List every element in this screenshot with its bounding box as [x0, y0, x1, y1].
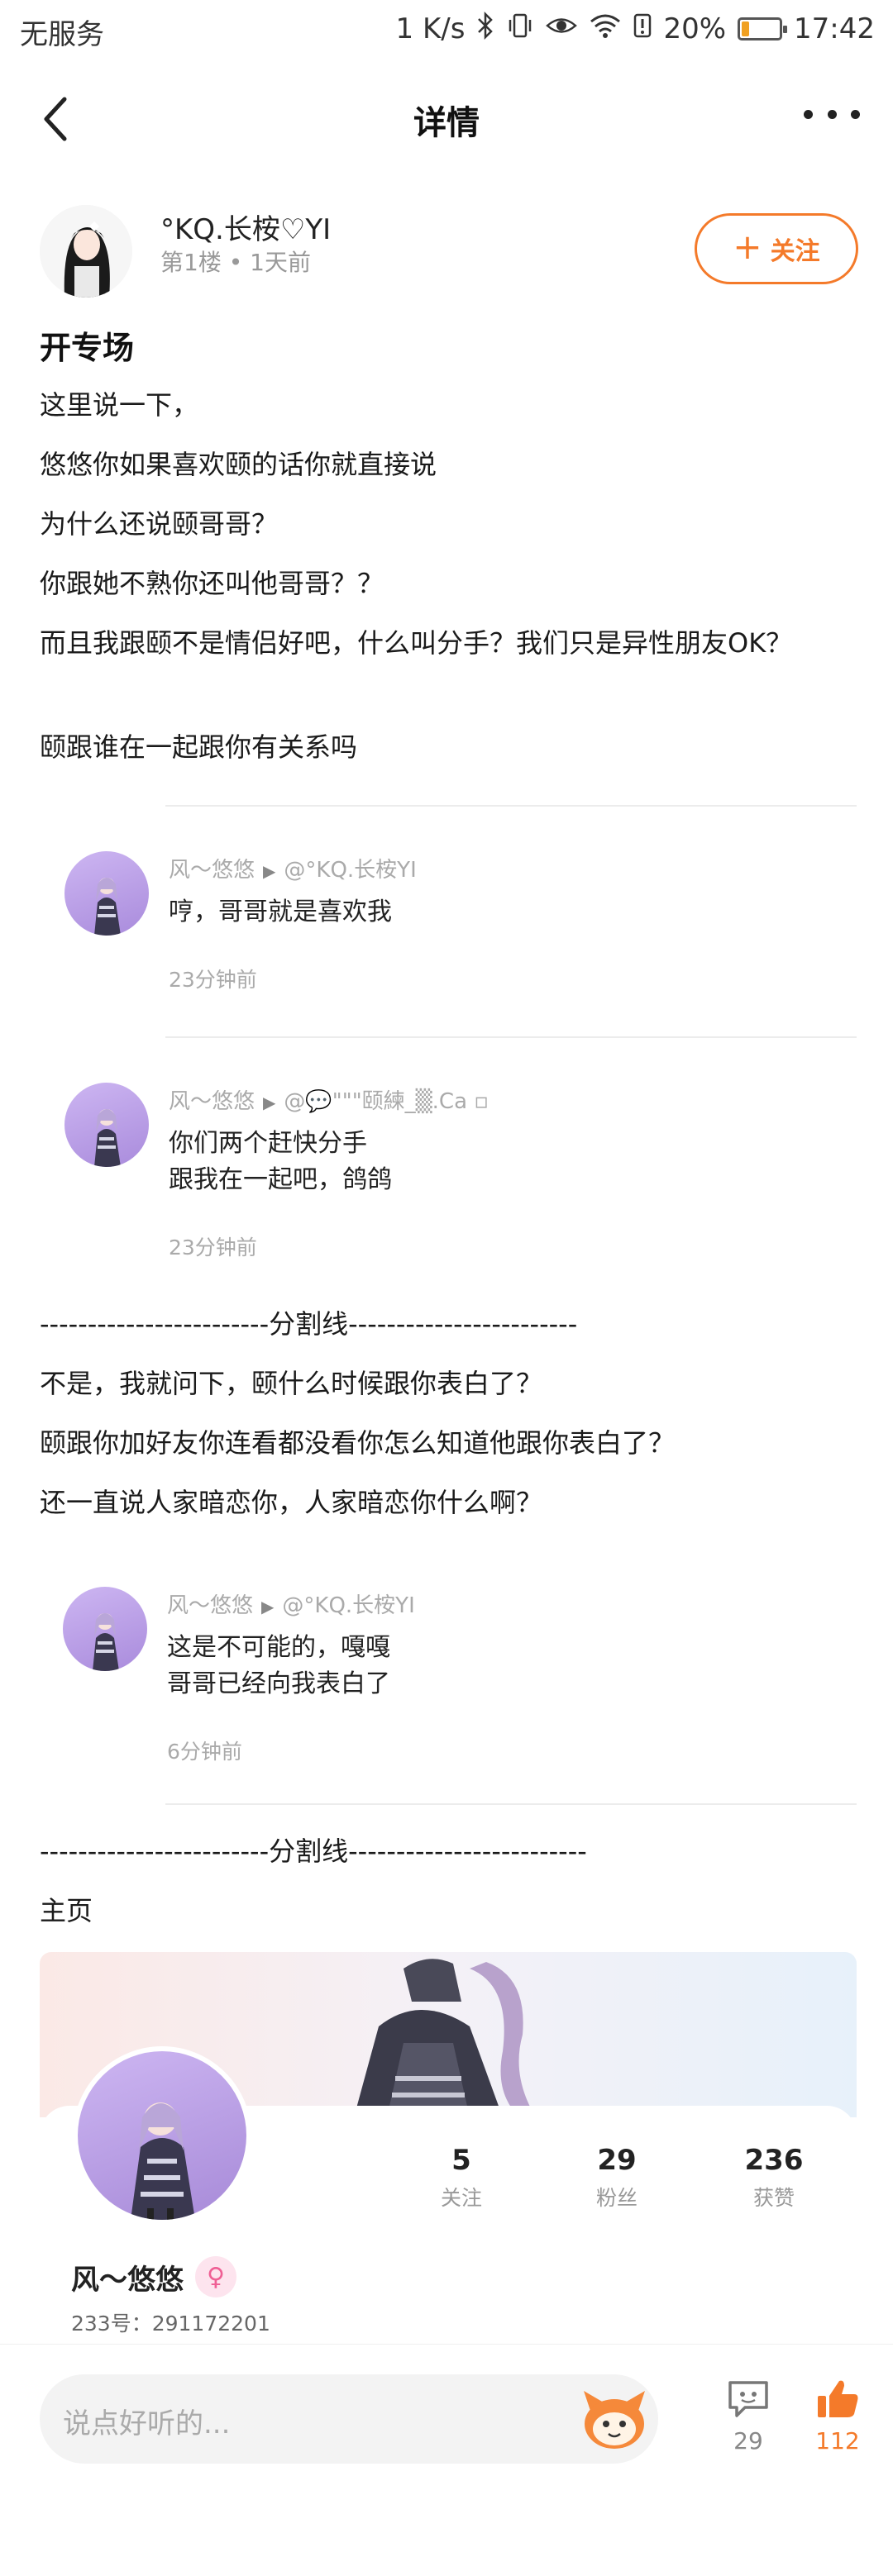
post-paragraph: 不是，我就问下，颐什么时候跟你表白了？ — [40, 1368, 543, 1399]
stat-label: 获赞 — [752, 2186, 795, 2210]
reply-text: 跟我在一起吧，鸽鸽 — [169, 1165, 392, 1194]
dot-icon — [851, 109, 860, 119]
home-label: 主页 — [40, 1895, 93, 1926]
post-paragraph: 颐跟你加好友你连看都没看你怎么知道他跟你表白了？ — [40, 1427, 676, 1459]
stat-number: 29 — [597, 2144, 637, 2177]
author-name[interactable]: °KQ.长桉♡YI — [160, 207, 331, 247]
battery-percent: 20% — [663, 12, 727, 45]
reply-text: 哥哥已经向我表白了 — [167, 1669, 390, 1698]
bottom-bar: 说点好听的... 29 112 — [0, 2344, 893, 2476]
stat-likes[interactable]: 236 获赞 — [716, 2144, 832, 2212]
reply-target[interactable]: @°KQ.长桉YI — [282, 1593, 414, 1618]
network-speed: 1 K/s — [395, 12, 466, 45]
quoted-reply[interactable]: 风～悠悠 ▶ @°KQ.长桉YI 这是不可能的，嘎嘎 哥哥已经向我表白了 6分钟前 — [63, 1587, 857, 1769]
divider — [165, 805, 857, 807]
reply-arrow-icon: ▶ — [261, 1597, 275, 1617]
stat-label: 粉丝 — [595, 2186, 638, 2210]
reply-avatar[interactable] — [63, 1587, 147, 1671]
bluetooth-icon — [476, 11, 494, 46]
reply-time: 6分钟前 — [167, 1740, 242, 1764]
post-paragraph: 颐跟谁在一起跟你有关系吗 — [40, 731, 358, 763]
dot-icon — [827, 109, 837, 119]
profile-uid: 233号：291172201 — [71, 2312, 270, 2336]
section-divider-text: ------------------------分割线-------------… — [40, 1836, 587, 1867]
reply-time: 23分钟前 — [169, 1236, 257, 1259]
stat-number: 5 — [451, 2144, 471, 2177]
like-action[interactable]: 112 — [800, 2378, 875, 2455]
divider — [165, 1036, 857, 1038]
reply-avatar[interactable] — [64, 851, 149, 936]
follow-button[interactable]: + 关注 — [695, 213, 858, 284]
more-button[interactable] — [799, 89, 865, 139]
profile-name-text: 风～悠悠 — [71, 2263, 184, 2297]
quoted-reply[interactable]: 风～悠悠 ▶ @💬"""颐練_▒.Ca ▫ 你们两个赶快分手 跟我在一起吧，鸽鸽 2… — [64, 1083, 858, 1264]
comment-input[interactable]: 说点好听的... — [40, 2374, 658, 2464]
plus-icon: + — [733, 226, 762, 267]
post-paragraph: 为什么还说颐哥哥？ — [40, 508, 279, 540]
reply-text: 哼，哥哥就是喜欢我 — [169, 898, 392, 926]
post-paragraph: 还一直说人家暗恋你，人家暗恋你什么啊？ — [40, 1487, 543, 1518]
status-bar: 无服务 1 K/s 20% 17:42 — [0, 0, 893, 61]
stat-label: 关注 — [440, 2186, 482, 2210]
post-meta: 第1楼 • 1天前 — [160, 249, 311, 276]
dot-icon — [804, 109, 813, 119]
profile-avatar[interactable] — [73, 2046, 251, 2225]
profile-card[interactable]: 5 关注 29 粉丝 236 获赞 风～悠悠 ♀ 233号：291172201 — [40, 1952, 857, 2340]
reply-arrow-icon: ▶ — [263, 1093, 276, 1112]
reply-text: 你们两个赶快分手 — [169, 1129, 367, 1158]
carrier-text: 无服务 — [20, 18, 104, 51]
author-avatar[interactable] — [40, 205, 132, 298]
clock: 17:42 — [794, 12, 875, 45]
follow-label: 关注 — [770, 237, 820, 266]
reply-text: 这是不可能的，嘎嘎 — [167, 1633, 390, 1662]
post-paragraph: 而且我跟颐不是情侣好吧，什么叫分手？我们只是异性朋友OK？ — [40, 627, 793, 659]
reply-user[interactable]: 风～悠悠 — [169, 858, 255, 883]
mascot-icon[interactable] — [579, 2386, 650, 2452]
wifi-icon — [589, 12, 622, 46]
reply-user[interactable]: 风～悠悠 — [169, 1089, 255, 1114]
reply-header: 风～悠悠 ▶ @°KQ.长桉YI — [169, 853, 417, 883]
quoted-reply[interactable]: 风～悠悠 ▶ @°KQ.长桉YI 哼，哥哥就是喜欢我 23分钟前 — [64, 851, 858, 1000]
comment-count: 29 — [733, 2427, 763, 2455]
profile-name: 风～悠悠 ♀ — [71, 2256, 236, 2297]
post-paragraph: 悠悠你如果喜欢颐的话你就直接说 — [40, 449, 437, 480]
page-title: 详情 — [413, 104, 480, 142]
reply-header: 风～悠悠 ▶ @°KQ.长桉YI — [167, 1588, 415, 1619]
alert-icon — [633, 12, 652, 46]
battery-icon — [738, 17, 788, 40]
post-title: 开专场 — [40, 330, 135, 366]
thumbs-up-icon — [818, 2380, 858, 2417]
comment-icon — [728, 2381, 768, 2417]
post-paragraph: 你跟她不熟你还叫他哥哥？？ — [40, 568, 384, 599]
like-count: 112 — [815, 2427, 860, 2455]
divider — [165, 1803, 857, 1805]
vibrate-icon — [506, 12, 534, 46]
post-paragraph: 这里说一下， — [40, 389, 199, 421]
stat-following[interactable]: 5 关注 — [404, 2144, 519, 2212]
section-divider-text: ------------------------分割线-------------… — [40, 1308, 578, 1340]
reply-arrow-icon: ▶ — [263, 861, 276, 881]
reply-user[interactable]: 风～悠悠 — [167, 1593, 253, 1618]
nav-bar: 详情 — [0, 69, 893, 169]
female-icon: ♀ — [195, 2256, 236, 2297]
reply-time: 23分钟前 — [169, 968, 257, 992]
comment-action[interactable]: 29 — [711, 2378, 786, 2455]
reply-target[interactable]: @💬"""颐練_▒.Ca ▫ — [284, 1089, 488, 1114]
reply-target[interactable]: @°KQ.长桉YI — [284, 858, 416, 883]
comment-placeholder: 说点好听的... — [63, 2407, 231, 2440]
reply-avatar[interactable] — [64, 1083, 149, 1167]
eye-icon — [546, 12, 578, 46]
reply-header: 风～悠悠 ▶ @💬"""颐練_▒.Ca ▫ — [169, 1084, 489, 1115]
stat-number: 236 — [744, 2144, 804, 2177]
post-author: °KQ.长桉♡YI 第1楼 • 1天前 + 关注 — [40, 202, 858, 301]
stat-followers[interactable]: 29 粉丝 — [559, 2144, 675, 2212]
